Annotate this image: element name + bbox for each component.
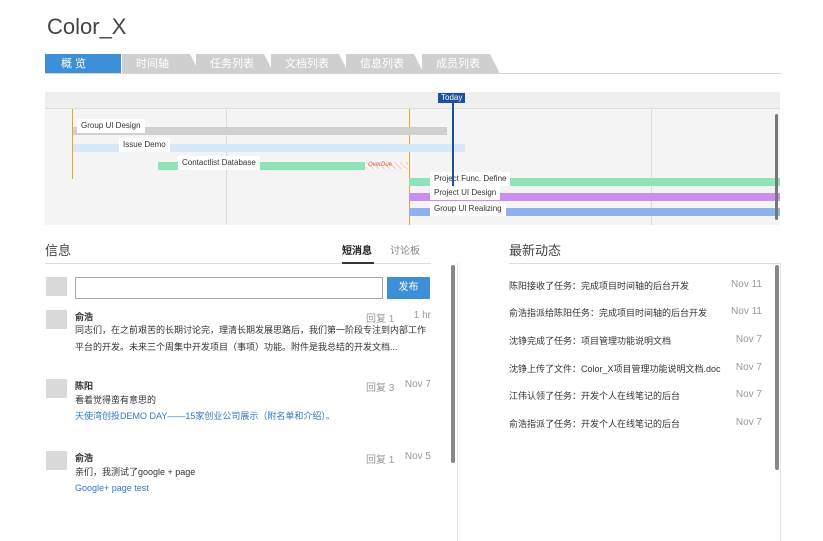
avatar — [46, 451, 67, 470]
gantt-scrollbar[interactable] — [775, 114, 778, 220]
reply-link[interactable]: 回复 3 — [366, 379, 394, 394]
avatar — [46, 310, 67, 329]
tab-message-list[interactable]: 信息列表 — [346, 54, 424, 74]
messages-scrollbar[interactable] — [451, 265, 455, 463]
tab-member-list[interactable]: 成员列表 — [422, 54, 500, 74]
subtab-discussion-board[interactable]: 讨论板 — [390, 242, 420, 257]
activity-date: Nov 7 — [735, 417, 762, 428]
messages-panel-title: 信息 — [45, 243, 72, 258]
tabs-divider — [45, 73, 781, 74]
activity-feed-frame — [457, 263, 781, 541]
message-author: 俞浩 — [75, 453, 94, 463]
subtab-short-message[interactable]: 短消息 — [342, 242, 372, 257]
activity-panel-title: 最新动态 — [509, 243, 562, 258]
avatar — [46, 277, 67, 296]
gantt-overdue-marker: OverDue — [366, 162, 408, 169]
gantt-label: Project UI Design — [430, 186, 501, 200]
today-marker: Today — [438, 93, 466, 103]
subtab-active-indicator — [342, 262, 374, 264]
gantt-timeline: OverDue Group UI Design Issue Demo Conta… — [45, 92, 780, 225]
message-text: 亲们，我测试了google + page — [75, 467, 196, 477]
publish-button[interactable]: 发布 — [387, 277, 430, 299]
avatar — [46, 379, 67, 398]
activity-text: 沈铮上传了文件：Color_X项目管理功能说明文档.doc — [509, 364, 721, 374]
gantt-label: Project Func. Define — [430, 172, 511, 186]
app-title: Color_X — [47, 14, 127, 39]
activity-date: Nov 7 — [735, 389, 762, 400]
tab-overview[interactable]: 概 览 — [45, 54, 121, 74]
message-text: 看着觉得蛮有意思的 — [75, 395, 157, 405]
message-time: Nov 7 — [404, 379, 431, 390]
message-time: Nov 5 — [404, 451, 431, 462]
message-link[interactable]: Google+ page test — [75, 481, 149, 495]
tab-timeline[interactable]: 时间轴 — [122, 54, 200, 74]
activity-text: 俞浩指派给陈阳任务：完成项目时间轴的后台开发 — [509, 308, 708, 318]
reply-link[interactable]: 回复 1 — [366, 451, 394, 466]
activity-text: 陈阳接收了任务：完成项目时间轴的后台开发 — [509, 281, 690, 291]
activity-date: Nov 7 — [735, 334, 762, 345]
message-time: 1 hr — [413, 310, 431, 321]
today-line — [452, 100, 454, 186]
tab-task-list[interactable]: 任务列表 — [196, 54, 274, 74]
gantt-header-divider — [45, 108, 780, 109]
gantt-label: Group UI Design — [77, 119, 145, 133]
message-text: 同志们，在之前艰苦的长期讨论完，理清长期发展思路后，我们第一阶段专注到内部工作 — [75, 325, 427, 335]
gantt-label: Issue Demo — [119, 138, 170, 152]
gantt-header — [45, 92, 780, 108]
activity-date: Nov 7 — [735, 362, 762, 373]
message-author: 陈阳 — [75, 381, 94, 391]
activity-scrollbar[interactable] — [775, 265, 779, 470]
message-link[interactable]: 天使湾创投DEMO DAY——15家创业公司展示（附名单和介绍）。 — [75, 409, 335, 423]
message-text: 平台的开发。未来三个周集中开发项目（事项）功能。附件是我总结的开发文档... — [75, 342, 398, 352]
tab-document-list[interactable]: 文档列表 — [271, 54, 349, 74]
main-tabs: 概 览 时间轴 任务列表 文档列表 信息列表 成员列表 — [45, 54, 781, 74]
message-item: 俞浩 回复 1 1 hr 同志们，在之前艰苦的长期讨论完，理清长期发展思路后，我… — [45, 310, 431, 355]
message-item: 陈阳 回复 3 Nov 7 看着觉得蛮有意思的 天使湾创投DEMO DAY——1… — [45, 379, 431, 424]
activity-date: Nov 11 — [731, 306, 762, 317]
activity-text: 江伟认领了任务：开发个人在线笔记的后台 — [509, 391, 681, 401]
gantt-label: Group UI Realizing — [430, 202, 506, 216]
gantt-label: Contactlist Database — [178, 156, 260, 170]
message-item: 俞浩 回复 1 Nov 5 亲们，我测试了google + page Googl… — [45, 451, 431, 496]
activity-text: 沈铮完成了任务：项目管理功能说明文档 — [509, 336, 672, 346]
message-input[interactable] — [75, 277, 383, 299]
activity-text: 俞浩指派了任务：开发个人在线笔记的后台 — [509, 419, 681, 429]
message-author: 俞浩 — [75, 312, 94, 322]
activity-date: Nov 11 — [731, 279, 762, 290]
